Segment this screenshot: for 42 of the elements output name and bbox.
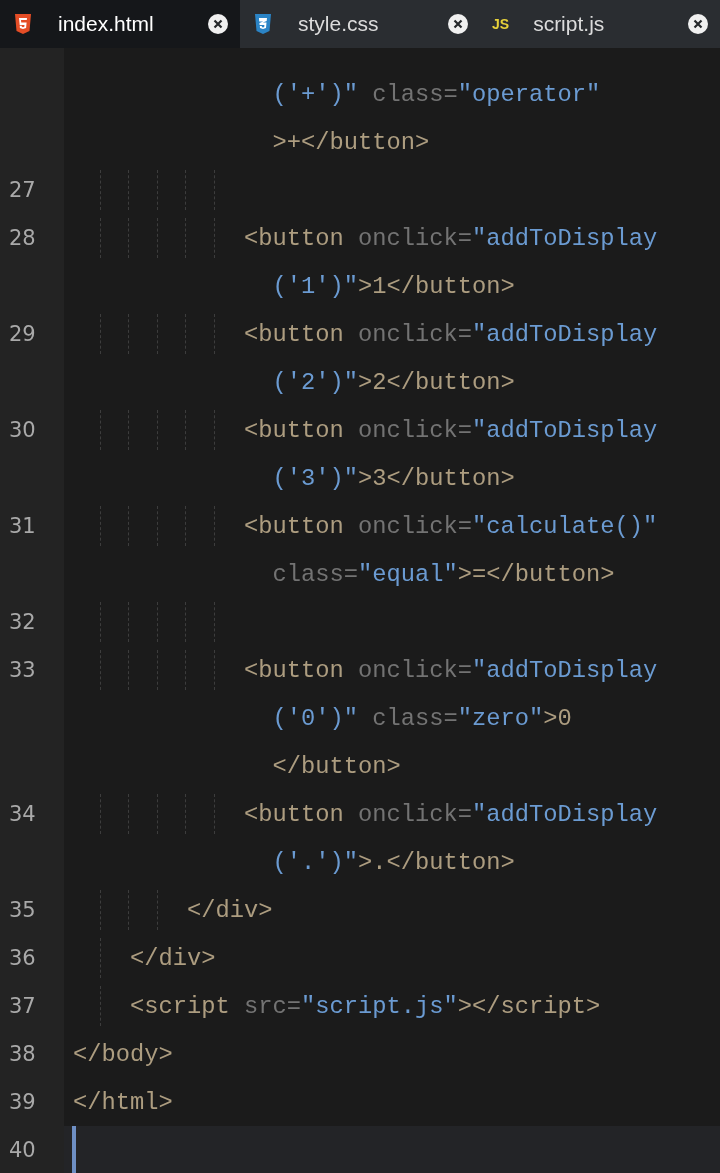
code-line: <button onclick="addToDisplay — [64, 214, 662, 262]
line-number: 40 — [9, 1138, 36, 1162]
line-number: 28 — [9, 226, 36, 250]
code-line: <button onclick="addToDisplay — [64, 646, 662, 694]
code-line: <script src="script.js"></script> — [64, 982, 605, 1030]
line-number: 33 — [9, 658, 36, 682]
line-number: 38 — [9, 1042, 36, 1066]
text-cursor — [72, 1126, 76, 1173]
line-number: 32 — [9, 610, 36, 634]
line-number: 37 — [9, 994, 36, 1018]
code-line: <button onclick="calculate()" — [64, 502, 662, 550]
line-number: 39 — [9, 1090, 36, 1114]
code-line: </div> — [64, 886, 277, 934]
code-line: ('2')">2</button> — [271, 367, 516, 398]
code-line: >+</button> — [271, 127, 431, 158]
line-number: 29 — [9, 322, 36, 346]
code-line: ('0')" class="zero">0 — [271, 703, 573, 734]
line-number: 35 — [9, 898, 36, 922]
code-line: ('3')">3</button> — [271, 463, 516, 494]
code-line: </html> — [72, 1087, 174, 1118]
code-line: class="equal">=</button> — [271, 559, 616, 590]
code-line: ('1')">1</button> — [271, 271, 516, 302]
line-number: 34 — [9, 802, 36, 826]
code-line: ('.')">.</button> — [271, 847, 516, 878]
code-line: </button> — [271, 751, 402, 782]
code-line: <button onclick="addToDisplay — [64, 790, 662, 838]
close-icon[interactable] — [448, 14, 468, 34]
css3-icon — [252, 13, 274, 35]
line-number: 30 — [9, 418, 36, 442]
js-label: JS — [492, 16, 510, 32]
code-line: </div> — [64, 934, 220, 982]
html5-icon — [12, 13, 34, 35]
close-icon[interactable] — [208, 14, 228, 34]
close-icon[interactable] — [688, 14, 708, 34]
line-number: 27 — [9, 178, 36, 202]
code-line: </body> — [72, 1039, 174, 1070]
file-tab[interactable]: index.html — [0, 0, 240, 48]
code-line: <button onclick="addToDisplay — [64, 406, 662, 454]
line-number: 31 — [9, 514, 36, 538]
code-line: ('+')" class="operator" — [271, 79, 602, 110]
code-line: <button onclick="addToDisplay — [64, 310, 662, 358]
line-number: 36 — [9, 946, 36, 970]
